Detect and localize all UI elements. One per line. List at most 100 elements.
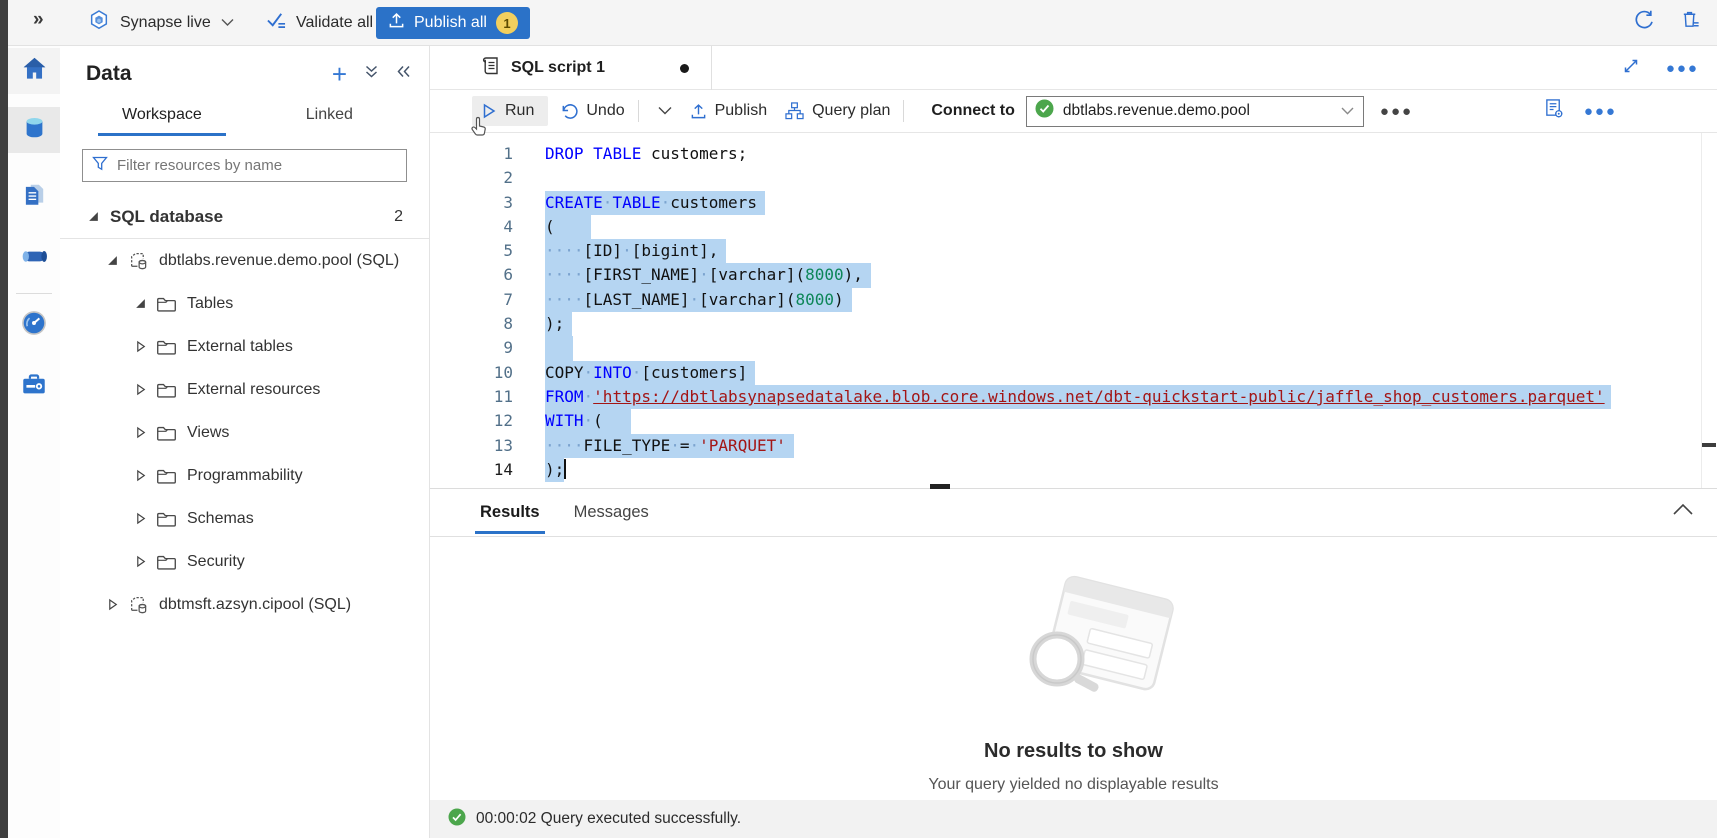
add-resource-icon[interactable]: +: [332, 64, 347, 84]
code-line-1[interactable]: 1DROP TABLE customers;: [430, 142, 1717, 166]
monitor-icon: [20, 309, 48, 342]
tree-item-programmability[interactable]: Programmability: [60, 454, 429, 497]
selected-pool-name: dbtlabs.revenue.demo.pool: [1063, 102, 1332, 120]
run-options-chevron[interactable]: [652, 98, 678, 124]
rail-item-manage[interactable]: [8, 363, 60, 409]
code-line-9[interactable]: 9: [430, 336, 1717, 360]
refresh-icon[interactable]: [1632, 9, 1654, 36]
tree-closed-arrow-icon[interactable]: [133, 469, 147, 482]
mode-selector[interactable]: Synapse live: [88, 0, 234, 45]
data-icon: [21, 114, 48, 146]
undo-icon: [560, 103, 578, 120]
data-panel-title: Data: [86, 62, 132, 86]
more-commands-icon[interactable]: ●●●: [1380, 103, 1413, 120]
dropdown-chevron-icon: [1341, 107, 1354, 115]
editor-tab-title: SQL script 1: [511, 59, 605, 77]
code-line-2[interactable]: 2: [430, 166, 1717, 190]
tree-closed-arrow-icon[interactable]: [133, 340, 147, 353]
publish-icon: [690, 103, 707, 120]
code-line-14[interactable]: 14);: [430, 458, 1717, 482]
tab-messages[interactable]: Messages: [572, 491, 651, 534]
tree-item-label: External tables: [187, 338, 293, 356]
tree-closed-arrow-icon[interactable]: [133, 426, 147, 439]
code-line-13[interactable]: 13····FILE_TYPE·=·'PARQUET': [430, 434, 1717, 458]
discard-trash-icon[interactable]: [1680, 9, 1701, 36]
tab-results[interactable]: Results: [478, 491, 542, 534]
tree-item-sql-database[interactable]: SQL database2: [60, 195, 429, 238]
collapse-results-icon[interactable]: [1671, 501, 1695, 522]
tree-open-arrow-icon[interactable]: [86, 210, 100, 223]
tree-item-external-tables[interactable]: External tables: [60, 325, 429, 368]
line-number: 7: [430, 288, 513, 312]
folder-icon: [156, 467, 177, 485]
tree-item-security[interactable]: Security: [60, 540, 429, 583]
tree-item-external-resources[interactable]: External resources: [60, 368, 429, 411]
collapse-panel-icon[interactable]: [396, 64, 411, 84]
tree-closed-arrow-icon[interactable]: [133, 512, 147, 525]
line-number: 10: [430, 361, 513, 385]
pool-selector-dropdown[interactable]: dbtlabs.revenue.demo.pool: [1026, 96, 1364, 127]
validate-all-label: Validate all: [296, 14, 373, 32]
run-button[interactable]: Run: [472, 96, 548, 126]
sql-code-editor[interactable]: 1DROP TABLE customers;23CREATE·TABLE·cus…: [430, 133, 1717, 489]
publish-all-button[interactable]: Publish all 1: [376, 7, 530, 39]
query-plan-button[interactable]: Query plan: [785, 102, 890, 120]
tree-item-dbtlabs-revenue-demo-pool-sql[interactable]: dbtlabs.revenue.demo.pool (SQL): [60, 239, 429, 282]
rail-item-develop[interactable]: [8, 174, 60, 220]
folder-icon: [156, 424, 177, 442]
line-number: 5: [430, 239, 513, 263]
rail-item-monitor[interactable]: [8, 302, 60, 348]
code-line-12[interactable]: 12WITH·(: [430, 409, 1717, 433]
rail-item-integrate[interactable]: [8, 236, 60, 282]
editor-scrollbar[interactable]: [1701, 133, 1717, 488]
sidebar-expand-icon[interactable]: »: [33, 9, 44, 31]
splitter-drag-handle[interactable]: [930, 484, 950, 489]
more-toolbar-options-icon[interactable]: ●●●: [1584, 103, 1617, 120]
code-line-7[interactable]: 7····[LAST_NAME]·[varchar](8000): [430, 288, 1717, 312]
undo-button[interactable]: Undo: [560, 102, 624, 120]
tree-open-arrow-icon[interactable]: [105, 254, 119, 267]
code-line-3[interactable]: 3CREATE·TABLE·customers: [430, 191, 1717, 215]
expand-editor-icon[interactable]: [1622, 57, 1640, 80]
query-status-bar: 00:00:02 Query executed successfully.: [430, 800, 1717, 838]
tree-item-label: dbtmsft.azsyn.cipool (SQL): [159, 596, 351, 614]
rail-divider: [16, 293, 52, 294]
code-line-10[interactable]: 10COPY·INTO·[customers]: [430, 361, 1717, 385]
tree-open-arrow-icon[interactable]: [133, 297, 147, 310]
tree-item-tables[interactable]: Tables: [60, 282, 429, 325]
tree-item-views[interactable]: Views: [60, 411, 429, 454]
tab-sql-script-1[interactable]: SQL script 1: [430, 46, 712, 90]
resource-tree: SQL database2 dbtlabs.revenue.demo.pool (…: [60, 195, 429, 626]
manage-icon: [20, 370, 48, 403]
line-number: 1: [430, 142, 513, 166]
code-line-8[interactable]: 8);: [430, 312, 1717, 336]
tree-closed-arrow-icon[interactable]: [105, 598, 119, 611]
tree-item-dbtmsft-azsyn-cipool-sql[interactable]: dbtmsft.azsyn.cipool (SQL): [60, 583, 429, 626]
script-properties-icon[interactable]: [1544, 98, 1564, 124]
editor-toolbar: Run Undo Publish Query plan Connect to: [430, 90, 1717, 133]
develop-icon: [21, 182, 47, 213]
folder-icon: [156, 338, 177, 356]
connected-status-icon: [1035, 99, 1054, 123]
code-line-6[interactable]: 6····[FIRST_NAME]·[varchar](8000),: [430, 263, 1717, 287]
validate-all-button[interactable]: Validate all: [266, 0, 373, 45]
tree-closed-arrow-icon[interactable]: [133, 383, 147, 396]
code-line-5[interactable]: 5····[ID]·[bigint],: [430, 239, 1717, 263]
tree-item-schemas[interactable]: Schemas: [60, 497, 429, 540]
double-chevron-down-icon[interactable]: [364, 64, 379, 84]
publish-button[interactable]: Publish: [690, 102, 767, 120]
synapse-logo-icon: [88, 9, 110, 36]
data-panel: Data + Workspace Linked SQL database2 dbt…: [60, 46, 430, 838]
tree-closed-arrow-icon[interactable]: [133, 555, 147, 568]
more-options-icon[interactable]: ●●●: [1666, 60, 1699, 77]
rail-item-home[interactable]: [8, 48, 60, 94]
code-line-4[interactable]: 4(: [430, 215, 1717, 239]
rail-item-data[interactable]: [8, 107, 60, 153]
filter-resources-input[interactable]: [117, 157, 397, 174]
tree-item-label: External resources: [187, 381, 320, 399]
tree-item-label: dbtlabs.revenue.demo.pool (SQL): [159, 252, 399, 270]
tab-linked[interactable]: Linked: [282, 100, 377, 136]
code-line-11[interactable]: 11FROM·'https://dbtlabsynapsedatalake.bl…: [430, 385, 1717, 409]
tab-workspace[interactable]: Workspace: [98, 100, 226, 136]
left-nav-rail: [8, 46, 60, 838]
